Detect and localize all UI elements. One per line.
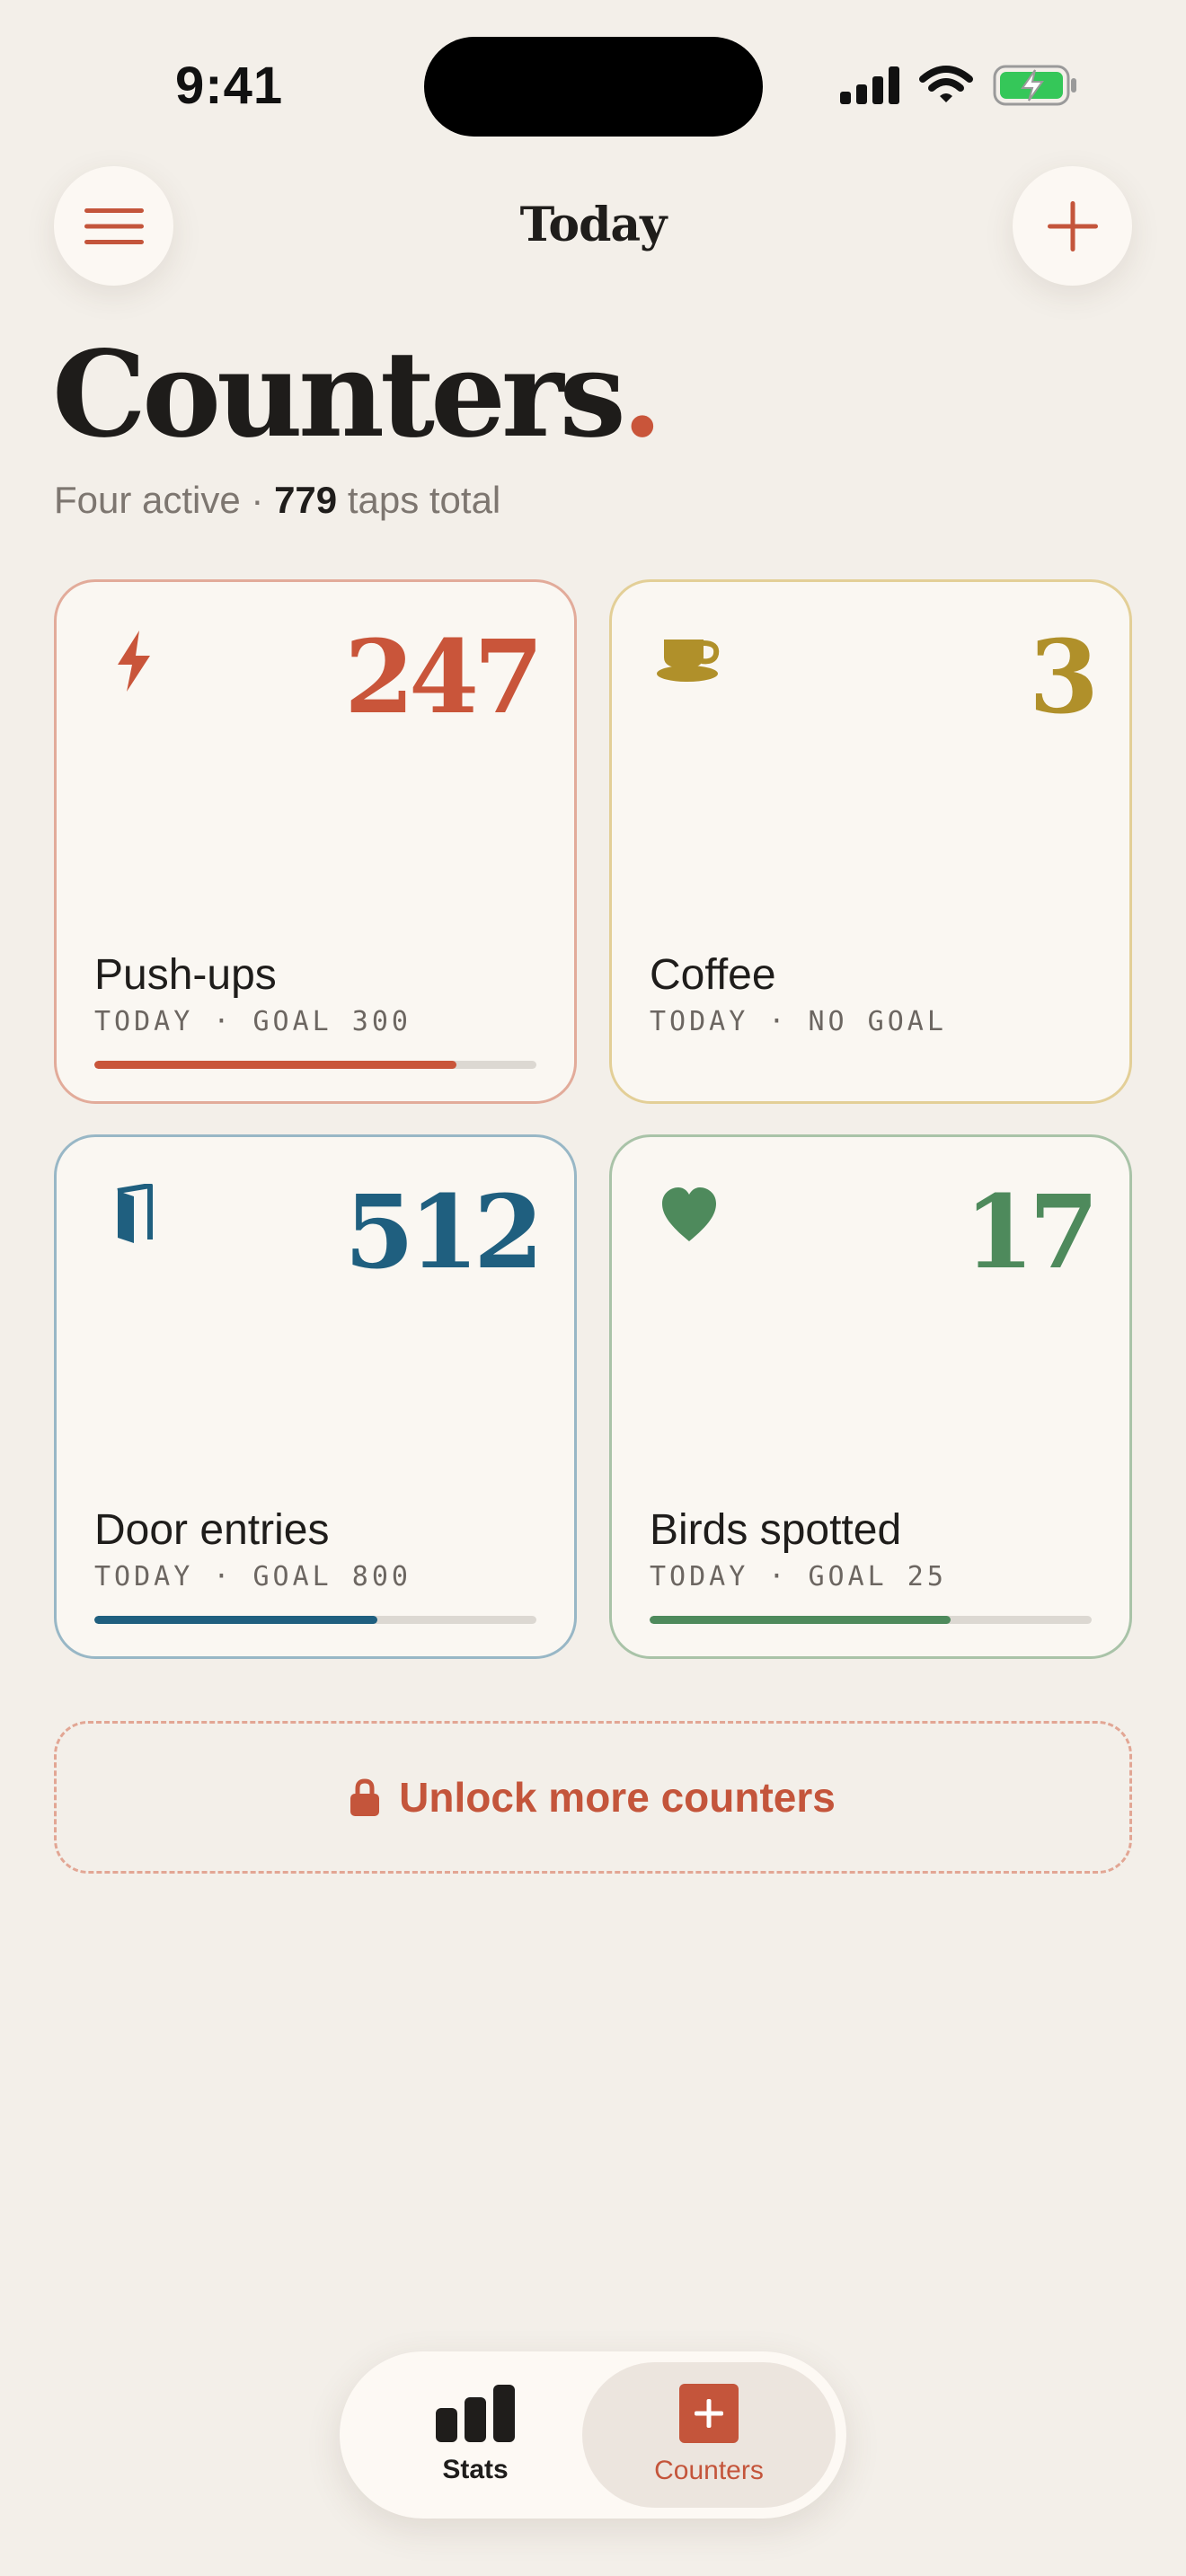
nav-title: Today [519,198,668,252]
unlock-more-counters-button[interactable]: Unlock more counters [54,1721,1132,1874]
unlock-label: Unlock more counters [399,1774,836,1821]
page-title: Counters. [52,325,663,464]
door-icon [117,1184,153,1243]
counter-name: Birds spotted [650,1506,902,1554]
bar-chart-icon [436,2385,515,2442]
subtitle-suffix: taps total [337,479,501,521]
plus-icon [1047,200,1098,251]
counter-meta: TODAY · NO GOAL [650,1006,947,1037]
progress-track [94,1061,536,1069]
heart-icon [662,1187,716,1241]
counter-card-birds-spotted[interactable]: 17 Birds spotted TODAY · GOAL 25 [609,1134,1132,1659]
page-subtitle: Four active · 779 taps total [54,479,500,522]
tab-counters[interactable]: Counters [582,2362,836,2508]
counter-name: Push-ups [94,951,277,999]
counter-value: 247 [344,619,544,737]
progress-track [94,1616,536,1624]
counter-meta: TODAY · GOAL 25 [650,1561,947,1592]
tab-bar: Stats Counters [340,2351,846,2519]
status-time: 9:41 [175,57,284,115]
wifi-icon [919,66,973,102]
battery-charging-icon [993,65,1076,106]
counter-value: 3 [1029,619,1099,737]
counter-card-coffee[interactable]: 3 Coffee TODAY · NO GOAL [609,579,1132,1104]
progress-fill [94,1061,457,1069]
coffee-cup-icon [657,640,720,682]
total-taps: 779 [274,479,338,521]
signal-icon [840,66,899,104]
add-counter-button[interactable] [1013,166,1132,286]
counter-card-door-entries[interactable]: 512 Door entries TODAY · GOAL 800 [54,1134,577,1659]
counter-meta: TODAY · GOAL 800 [94,1561,412,1592]
counter-name: Door entries [94,1506,330,1554]
page-title-text: Counters [52,325,626,464]
bolt-icon [118,631,150,692]
counter-value: 17 [964,1174,1099,1292]
tab-label: Counters [654,2456,764,2485]
plus-square-icon [679,2384,739,2443]
page-title-dot: . [621,325,663,464]
progress-fill [94,1616,377,1624]
counter-card-push-ups[interactable]: 247 Push-ups TODAY · GOAL 300 [54,579,577,1104]
tab-stats[interactable]: Stats [349,2362,602,2508]
subtitle-prefix: Four active · [54,479,275,521]
progress-fill [650,1616,951,1624]
progress-track [650,1616,1092,1624]
counter-meta: TODAY · GOAL 300 [94,1006,412,1037]
counter-name: Coffee [650,951,776,999]
tab-label: Stats [442,2455,509,2484]
dynamic-island [424,37,763,137]
lock-icon [350,1778,380,1816]
counter-value: 512 [344,1174,544,1292]
